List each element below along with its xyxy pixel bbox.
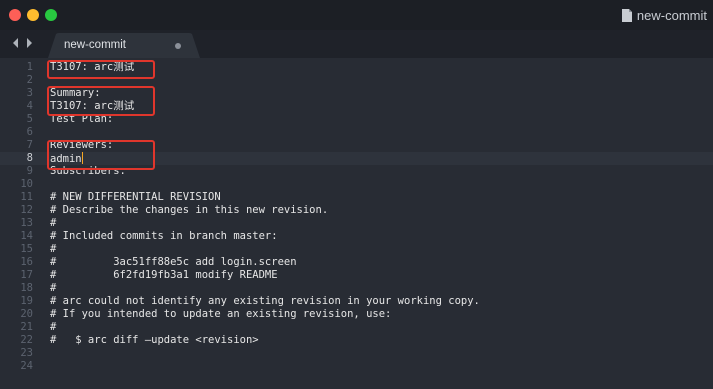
line-number: 2	[26, 74, 33, 86]
code-line[interactable]: 22 # $ arc diff —update <revision>	[0, 334, 713, 347]
code-line[interactable]: 24	[0, 360, 713, 373]
tab-label: new-commit	[64, 39, 126, 51]
line-number: 8	[26, 152, 33, 164]
code-line[interactable]: 23	[0, 347, 713, 360]
chevron-right-icon[interactable]	[24, 36, 35, 50]
line-number: 5	[26, 113, 33, 125]
window-title: new-commit	[621, 7, 707, 23]
annotation-box-title	[47, 60, 155, 79]
chevron-left-icon[interactable]	[10, 36, 21, 50]
code-line[interactable]: 11 # NEW DIFFERENTIAL REVISION	[0, 191, 713, 204]
line-number: 11	[20, 191, 33, 203]
code-line[interactable]: 19 # arc could not identify any existing …	[0, 295, 713, 308]
minimize-window-button[interactable]	[27, 9, 39, 21]
line-number: 1	[26, 61, 33, 73]
unsaved-indicator-icon[interactable]	[175, 43, 181, 49]
code-line[interactable]: 20 # If you intended to update an existin…	[0, 308, 713, 321]
line-text: # NEW DIFFERENTIAL REVISION	[50, 191, 221, 203]
line-number: 6	[26, 126, 33, 138]
title-bar: new-commit	[0, 0, 713, 30]
code-line[interactable]: 21 #	[0, 321, 713, 334]
line-number: 13	[20, 217, 33, 229]
code-line[interactable]: 18 #	[0, 282, 713, 295]
document-icon	[621, 8, 632, 22]
line-number: 16	[20, 256, 33, 268]
code-line[interactable]: 14 # Included commits in branch master:	[0, 230, 713, 243]
code-line[interactable]: 16 # 3ac51ff88e5c add login.screen	[0, 256, 713, 269]
line-text: # 6f2fd19fb3a1 modify README	[50, 269, 278, 281]
tab-new-commit[interactable]: new-commit	[48, 33, 200, 58]
annotation-box-summary	[47, 86, 155, 116]
code-line[interactable]: 12 # Describe the changes in this new rev…	[0, 204, 713, 217]
line-text: # 3ac51ff88e5c add login.screen	[50, 256, 297, 268]
line-number: 17	[20, 269, 33, 281]
line-number: 24	[20, 360, 33, 372]
code-line[interactable]: 10	[0, 178, 713, 191]
line-number: 10	[20, 178, 33, 190]
maximize-window-button[interactable]	[45, 9, 57, 21]
line-number: 14	[20, 230, 33, 242]
close-window-button[interactable]	[9, 9, 21, 21]
line-number: 19	[20, 295, 33, 307]
line-text: #	[50, 243, 57, 255]
annotation-box-reviewers	[47, 140, 155, 170]
line-number: 21	[20, 321, 33, 333]
line-text: # Included commits in branch master:	[50, 230, 278, 242]
code-line[interactable]: 13 #	[0, 217, 713, 230]
line-number: 4	[26, 100, 33, 112]
line-number: 9	[26, 165, 33, 177]
line-text: #	[50, 217, 57, 229]
line-text: # $ arc diff —update <revision>	[50, 334, 259, 346]
line-number: 18	[20, 282, 33, 294]
tab-bar: new-commit	[0, 30, 713, 58]
line-text: # Describe the changes in this new revis…	[50, 204, 329, 216]
line-number: 20	[20, 308, 33, 320]
line-number: 3	[26, 87, 33, 99]
line-number: 15	[20, 243, 33, 255]
tab-navigation	[10, 36, 35, 50]
line-number: 22	[20, 334, 33, 346]
window-title-text: new-commit	[636, 7, 707, 23]
code-line[interactable]: 17 # 6f2fd19fb3a1 modify README	[0, 269, 713, 282]
code-editor[interactable]: 24 23 22 # $ arc diff —update <revision> 21 #…	[0, 58, 713, 389]
line-number: 23	[20, 347, 33, 359]
line-number: 12	[20, 204, 33, 216]
code-line[interactable]: 15 #	[0, 243, 713, 256]
line-text: #	[50, 321, 57, 333]
line-text: # If you intended to update an existing …	[50, 308, 392, 320]
line-text: #	[50, 282, 57, 294]
line-text: # arc could not identify any existing re…	[50, 295, 480, 307]
line-number: 7	[26, 139, 33, 151]
sublime-editor-window: new-commit new-commit 24 23 22 # $ arc diff…	[0, 0, 713, 389]
code-line[interactable]: 6	[0, 126, 713, 139]
